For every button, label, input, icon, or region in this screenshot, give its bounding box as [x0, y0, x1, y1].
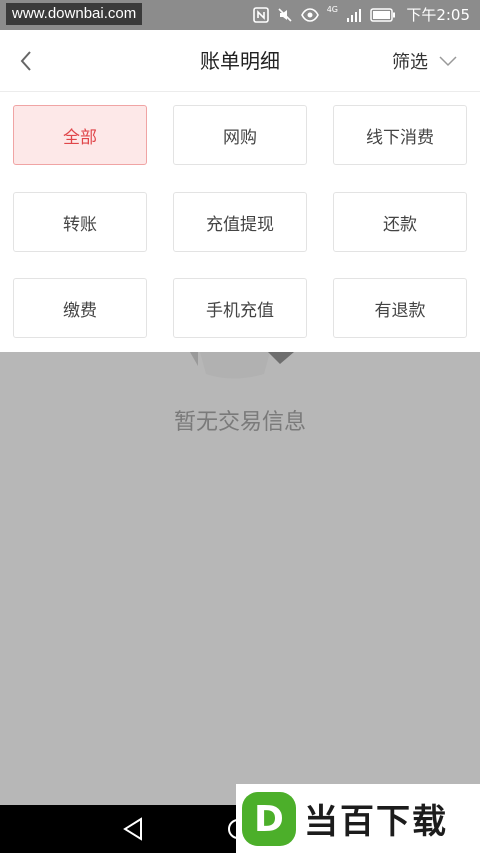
logo-letter: D: [254, 799, 284, 840]
filter-chip-transfer[interactable]: 转账: [13, 192, 147, 252]
status-icons: 4G: [252, 5, 396, 24]
eye-icon: [300, 8, 319, 22]
filter-chip-bill-payment[interactable]: 缴费: [13, 278, 147, 338]
empty-state-message: 暂无交易信息: [173, 410, 306, 435]
logo-d-icon: D: [242, 791, 296, 846]
filter-chip-refund[interactable]: 有退款: [333, 278, 467, 338]
app-bar: 账单明细 筛选: [0, 30, 480, 92]
nfc-icon: [252, 7, 269, 23]
battery-icon: [370, 8, 395, 22]
filter-chip-mobile-topup[interactable]: 手机充值: [173, 278, 307, 338]
filter-chip-repayment[interactable]: 还款: [333, 192, 467, 252]
filter-chip-topup-withdraw[interactable]: 充值提现: [173, 192, 307, 252]
filter-chip-offline-spending[interactable]: 线下消费: [333, 105, 467, 165]
filter-label: 筛选: [392, 52, 428, 73]
empty-box-illustration: [190, 352, 294, 379]
status-time: 下午2:05: [406, 6, 470, 24]
chevron-down-icon: [439, 56, 457, 67]
watermark-brand: 当百下载: [304, 802, 448, 842]
watermark-url: www.downbai.com: [6, 3, 143, 25]
status-bar: www.downbai.com 4G 下午2:05: [0, 0, 480, 30]
nav-back-icon[interactable]: [122, 817, 144, 841]
watermark-logo: D 当百下载: [236, 784, 480, 853]
filter-chip-all[interactable]: 全部: [13, 105, 147, 165]
network-type-label: 4G: [326, 5, 338, 14]
filter-panel: 全部 网购 线下消费 转账 充值提现 还款 缴费 手机充值 有退款: [0, 92, 480, 352]
mute-icon: [278, 8, 292, 22]
signal-icon: [347, 9, 361, 22]
filter-chip-online-shopping[interactable]: 网购: [173, 105, 307, 165]
filter-button[interactable]: 筛选: [392, 30, 458, 92]
